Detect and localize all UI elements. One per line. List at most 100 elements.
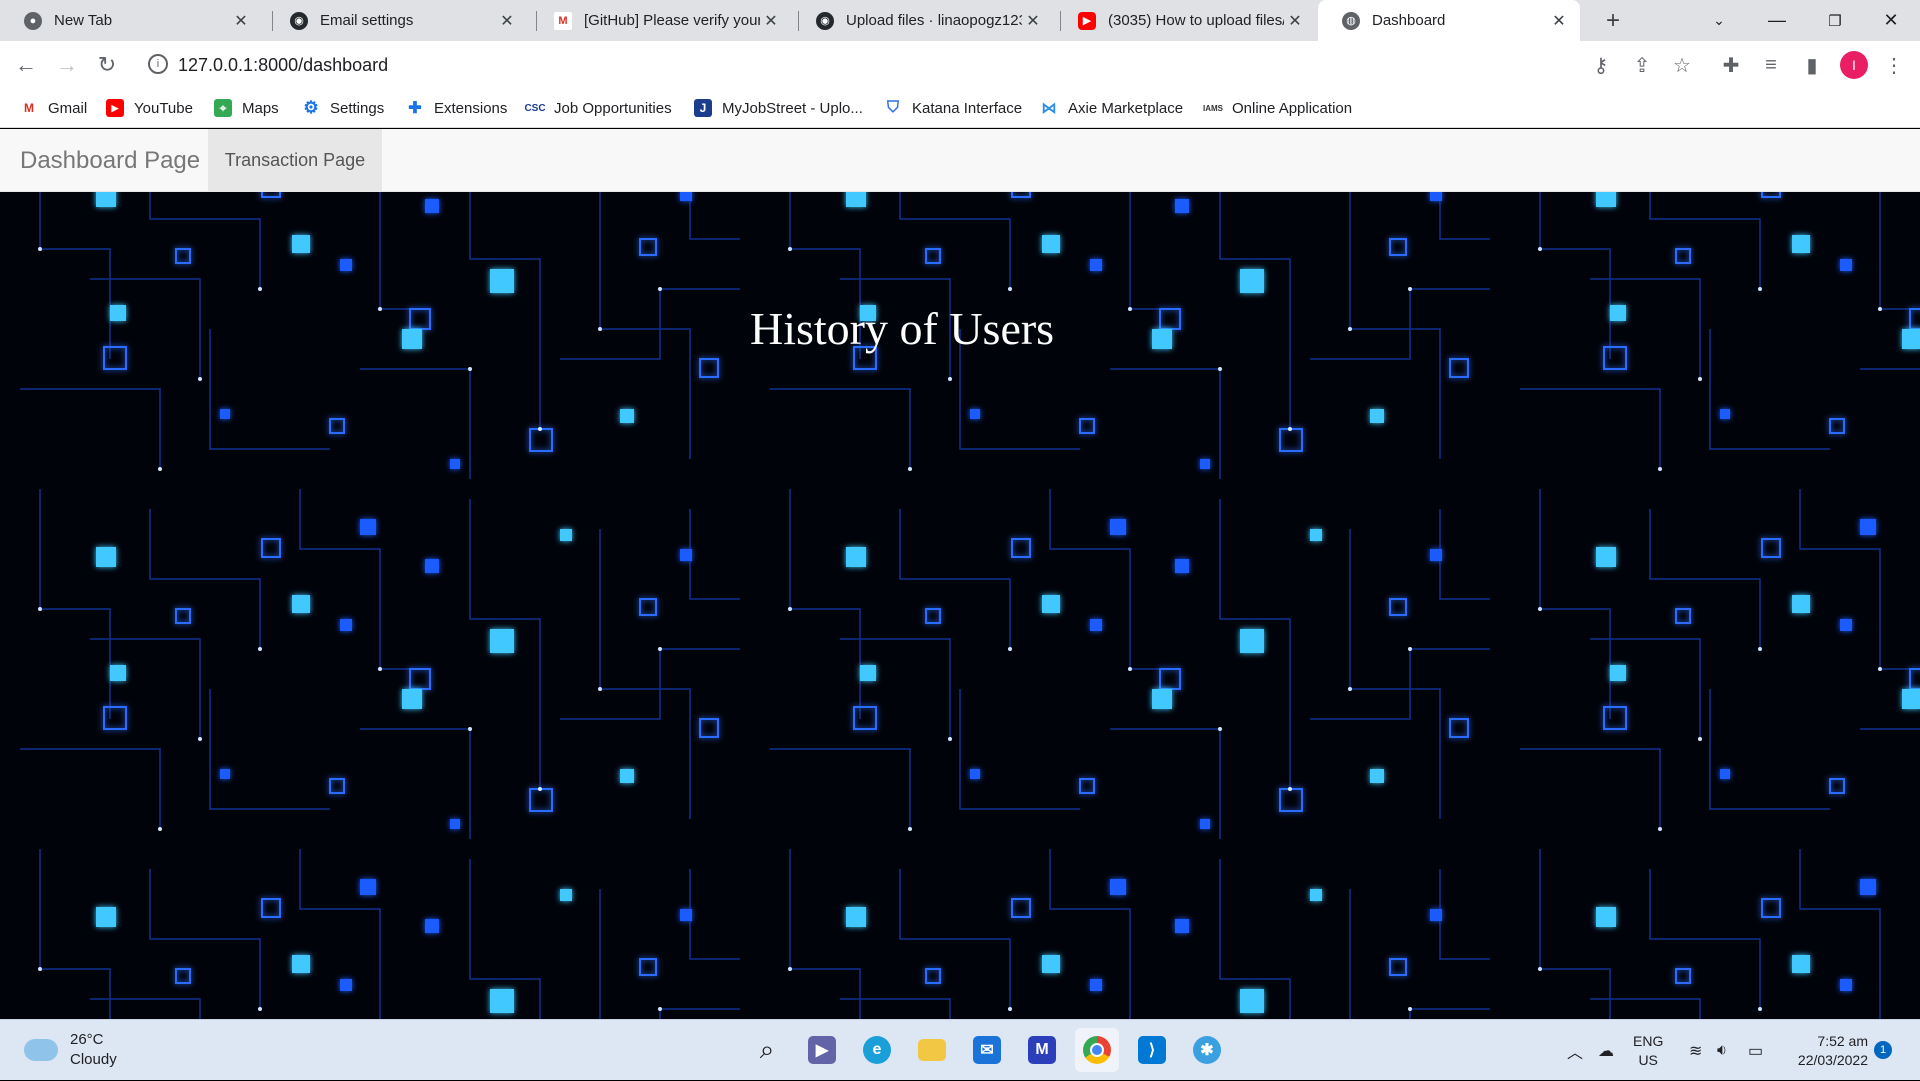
- close-window-button[interactable]: ✕: [1862, 0, 1920, 41]
- close-icon[interactable]: ✕: [760, 11, 782, 31]
- bookmark-label: Gmail: [48, 99, 88, 117]
- browser-toolbar: ← → ↻ i 127.0.0.1:8000/dashboard ⚷ ⇪ ☆ ✚…: [0, 41, 1920, 89]
- bookmark-label: Settings: [330, 99, 385, 117]
- close-icon[interactable]: ✕: [1548, 11, 1570, 31]
- nav-link-transaction-page[interactable]: Transaction Page: [208, 129, 382, 192]
- globe-icon: ◍: [1342, 11, 1360, 30]
- profile-avatar[interactable]: I: [1840, 51, 1868, 79]
- edge-icon[interactable]: e: [855, 1028, 899, 1072]
- weather-condition: Cloudy: [70, 1051, 117, 1068]
- url-text: 127.0.0.1:8000/dashboard: [178, 55, 389, 75]
- close-icon[interactable]: ✕: [230, 11, 252, 31]
- page-title: History of Users: [750, 303, 1055, 354]
- start-button[interactable]: [690, 1028, 734, 1072]
- bookmark-myjobstreet[interactable]: J MyJobStreet - Uplo...: [694, 89, 863, 127]
- bookmark-label: YouTube: [134, 99, 193, 117]
- shield-icon: ⛉: [886, 99, 899, 116]
- language-code: ENG: [1633, 1033, 1664, 1049]
- csc-icon: CSC: [524, 102, 546, 114]
- maps-icon: ⌖: [214, 99, 232, 117]
- bookmark-youtube[interactable]: ▶ YouTube: [106, 89, 193, 127]
- tab-title: (3035) How to upload files/: [1108, 12, 1284, 29]
- tab-dashboard[interactable]: ◍ Dashboard ✕: [1318, 0, 1580, 41]
- tab-new-tab[interactable]: ● New Tab ✕: [0, 0, 262, 41]
- tab-youtube-video[interactable]: ▶ (3035) How to upload files/ ✕: [1054, 0, 1316, 41]
- bookmark-label: Maps: [242, 99, 279, 117]
- battery-icon[interactable]: ▭: [1748, 1020, 1763, 1081]
- github-icon: ◉: [290, 11, 308, 30]
- weather-widget[interactable]: 26°C Cloudy: [24, 1030, 117, 1070]
- back-button[interactable]: ←: [10, 49, 42, 81]
- bookmark-job-opportunities[interactable]: CSC Job Opportunities: [524, 89, 672, 127]
- close-icon[interactable]: ✕: [1022, 11, 1044, 31]
- gmail-icon: M: [24, 101, 34, 115]
- minimize-button[interactable]: —: [1748, 0, 1806, 41]
- bookmark-online-application[interactable]: IAMS Online Application: [1203, 89, 1353, 127]
- bookmark-label: Axie Marketplace: [1068, 99, 1184, 117]
- site-info-icon[interactable]: i: [148, 54, 168, 74]
- clock-time: 7:52 am: [1817, 1033, 1868, 1049]
- extensions-icon[interactable]: ✚: [1715, 49, 1747, 81]
- tab-upload-files[interactable]: ◉ Upload files · linaopogz123 ✕: [792, 0, 1054, 41]
- bookmark-gmail[interactable]: M Gmail: [20, 89, 87, 127]
- menu-icon[interactable]: ⋮: [1878, 49, 1910, 81]
- browser-tab-strip: ● New Tab ✕ ◉ Email settings ✕ M [GitHub…: [0, 0, 1920, 41]
- bookmark-label: MyJobStreet - Uplo...: [722, 99, 863, 117]
- onedrive-icon[interactable]: ☁: [1598, 1020, 1614, 1081]
- bookmark-settings[interactable]: ⚙ Settings: [302, 89, 384, 127]
- clock[interactable]: 7:52 am 22/03/2022: [1778, 1032, 1868, 1070]
- volume-icon[interactable]: 🔉︎: [1717, 1020, 1727, 1081]
- close-icon[interactable]: ✕: [496, 11, 518, 31]
- iams-icon: IAMS: [1203, 103, 1223, 113]
- app-pinwheel-icon[interactable]: ✱: [1185, 1028, 1229, 1072]
- new-tab-button[interactable]: +: [1598, 6, 1628, 36]
- bookmark-axie-marketplace[interactable]: ⋈ Axie Marketplace: [1040, 89, 1184, 127]
- restore-button[interactable]: ❐: [1806, 0, 1864, 41]
- tab-github-verify[interactable]: M [GitHub] Please verify your ✕: [530, 0, 792, 41]
- close-icon[interactable]: ✕: [1284, 11, 1306, 31]
- weather-temp: 26°C: [70, 1031, 104, 1048]
- site-navbar: Dashboard Page Transaction Page: [0, 129, 1920, 192]
- bookmark-extensions[interactable]: ✚ Extensions: [406, 89, 507, 127]
- tab-search-icon[interactable]: ⌄: [1690, 0, 1748, 41]
- page-content: Dashboard Page Transaction Page History …: [0, 129, 1920, 1019]
- tab-title: Email settings: [320, 12, 414, 29]
- vscode-icon[interactable]: ⟩: [1130, 1028, 1174, 1072]
- tab-title: New Tab: [54, 12, 113, 29]
- file-explorer-icon[interactable]: [910, 1028, 954, 1072]
- bookmark-label: Job Opportunities: [554, 99, 672, 117]
- wifi-icon[interactable]: ≋: [1689, 1020, 1702, 1081]
- chrome-taskbar-icon[interactable]: [1075, 1028, 1119, 1072]
- notification-badge[interactable]: 1: [1874, 1041, 1892, 1059]
- search-icon[interactable]: ⌕: [745, 1028, 789, 1072]
- forward-button[interactable]: →: [51, 49, 83, 81]
- gear-icon: ⚙: [303, 98, 319, 117]
- axie-icon: ⋈: [1041, 100, 1057, 117]
- clock-date: 22/03/2022: [1797, 1052, 1868, 1068]
- key-icon[interactable]: ⚷: [1585, 49, 1617, 81]
- bookmark-maps[interactable]: ⌖ Maps: [214, 89, 279, 127]
- youtube-icon: ▶: [106, 99, 124, 117]
- mail-icon[interactable]: ✉: [965, 1028, 1009, 1072]
- language-indicator[interactable]: ENG US: [1633, 1032, 1663, 1070]
- circuit-background: [0, 129, 1920, 1019]
- gmail-icon: M: [554, 11, 572, 30]
- app-icon[interactable]: M: [1020, 1028, 1064, 1072]
- bookmark-label: Online Application: [1232, 99, 1353, 117]
- tab-title: Dashboard: [1372, 12, 1446, 29]
- navbar-brand[interactable]: Dashboard Page: [0, 129, 220, 192]
- windows-icon: [699, 1037, 725, 1063]
- youtube-icon: ▶: [1078, 11, 1096, 30]
- side-panel-icon[interactable]: ▮: [1796, 49, 1828, 81]
- bookmarks-bar: M Gmail ▶ YouTube ⌖ Maps ⚙ Settings ✚ Ex…: [0, 89, 1920, 128]
- chrome-icon: ●: [24, 11, 42, 30]
- tab-email-settings[interactable]: ◉ Email settings ✕: [266, 0, 528, 41]
- reload-button[interactable]: ↻: [91, 49, 123, 81]
- star-icon[interactable]: ☆: [1666, 49, 1698, 81]
- chevron-up-icon[interactable]: ︿: [1567, 1020, 1583, 1081]
- share-icon[interactable]: ⇪: [1626, 49, 1658, 81]
- bookmark-label: Katana Interface: [912, 99, 1023, 117]
- reading-list-icon[interactable]: ≡: [1755, 49, 1787, 81]
- teams-chat-icon[interactable]: ▶: [800, 1028, 844, 1072]
- bookmark-katana-interface[interactable]: ⛉ Katana Interface: [884, 89, 1022, 127]
